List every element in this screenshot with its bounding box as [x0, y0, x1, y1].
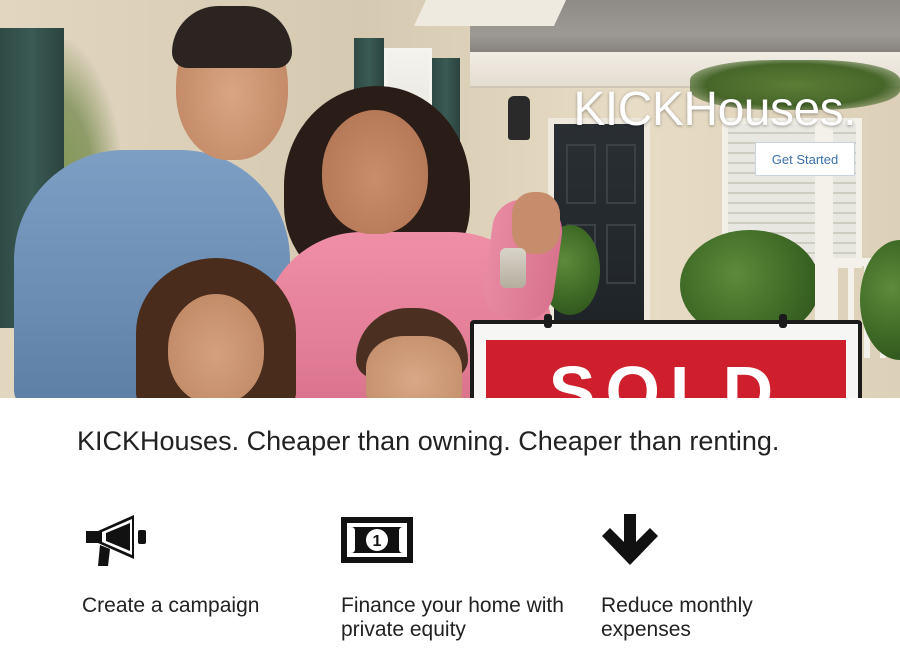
- woman-head: [322, 110, 428, 234]
- money-bill-icon: 1: [341, 510, 571, 570]
- svg-text:1: 1: [373, 533, 382, 550]
- arrow-down-icon: [601, 510, 831, 570]
- sold-sign-text: SOLD: [548, 352, 784, 398]
- feature-label: Create a campaign: [82, 594, 260, 617]
- hand-holding-keys: [512, 192, 560, 254]
- megaphone-icon: [82, 510, 312, 570]
- house-gable: [413, 0, 567, 26]
- feature-label: Reduce monthly expenses: [601, 594, 753, 641]
- brand-title: KICKHouses.: [573, 83, 856, 136]
- hero-banner: SOLD KICKHouses. Get Started: [0, 0, 900, 398]
- girl-head: [168, 294, 264, 398]
- feature-reduce-expenses: Reduce monthly expenses: [601, 510, 831, 642]
- feature-finance-home: 1 Finance your home with private equity: [341, 510, 571, 642]
- get-started-button[interactable]: Get Started: [755, 142, 855, 176]
- tagline: KICKHouses. Cheaper than owning. Cheaper…: [77, 426, 780, 456]
- house-keys: [500, 248, 526, 288]
- feature-create-campaign: Create a campaign: [82, 510, 312, 618]
- feature-label: Finance your home with private equity: [341, 594, 564, 641]
- boy-head: [366, 336, 462, 398]
- porch-lamp: [508, 96, 530, 140]
- man-hair: [172, 6, 292, 68]
- sold-sign: SOLD: [470, 314, 862, 398]
